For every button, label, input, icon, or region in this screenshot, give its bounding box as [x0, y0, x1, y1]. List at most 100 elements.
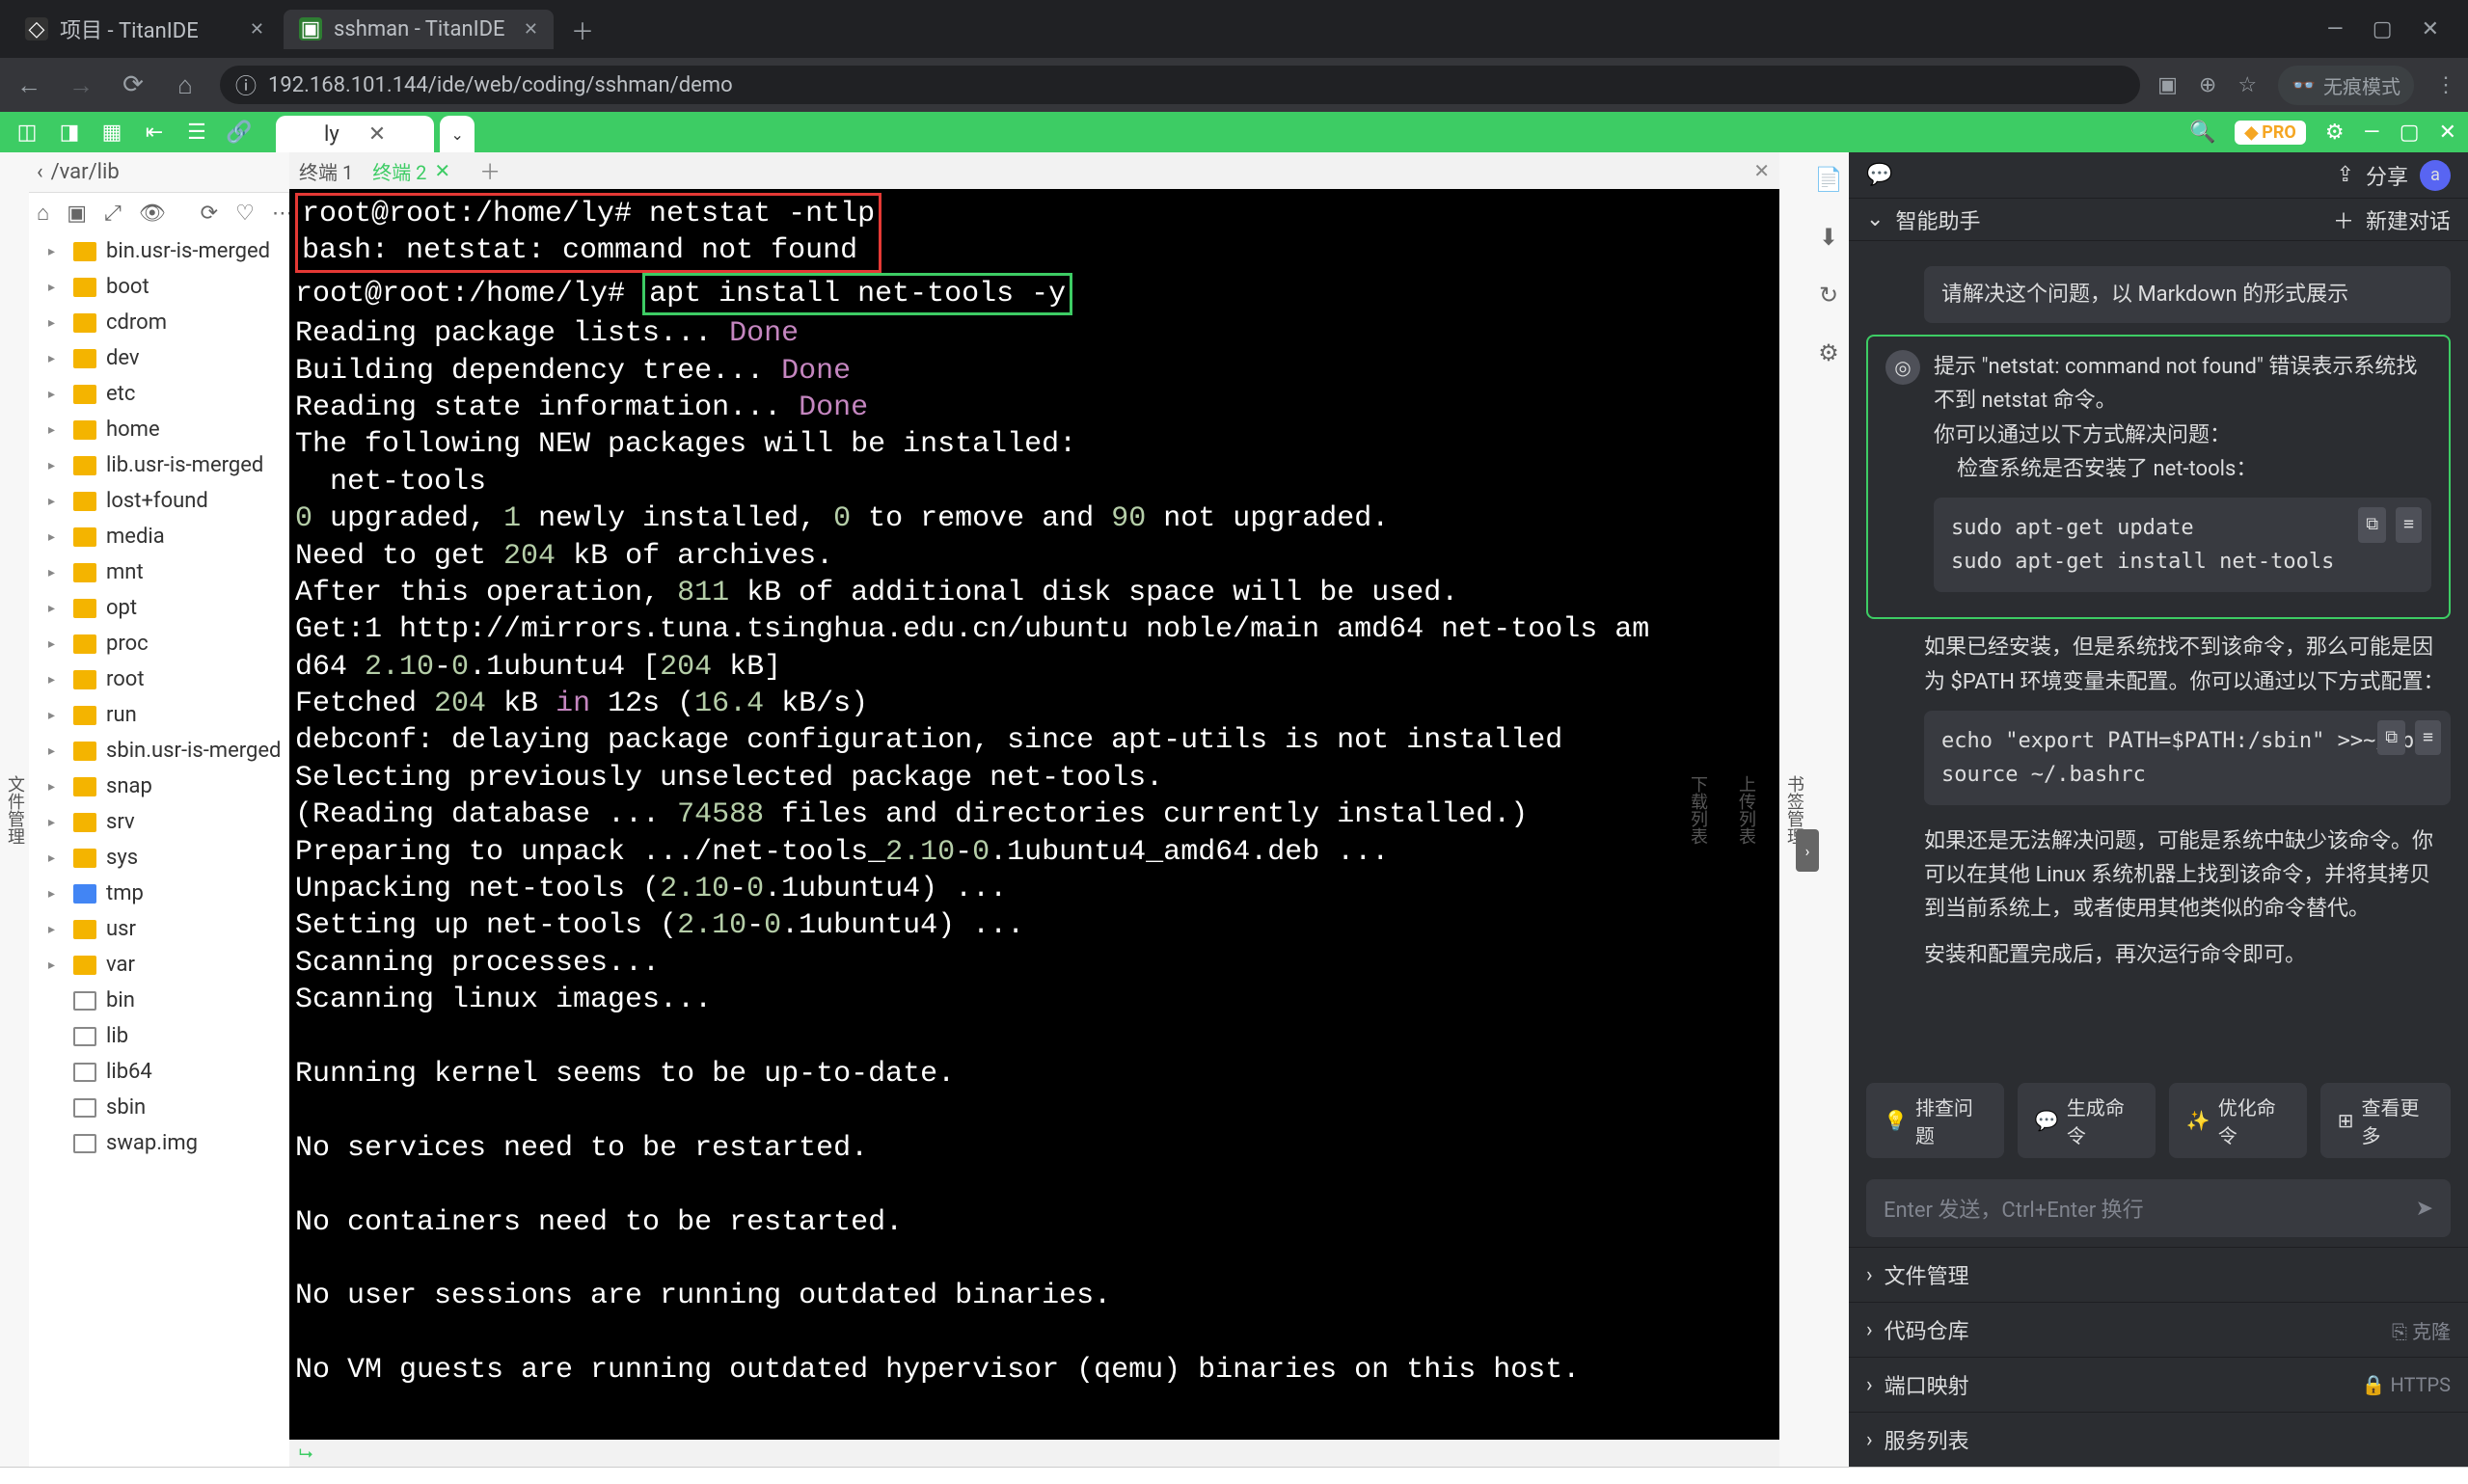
add-terminal-icon[interactable]: ＋: [479, 155, 501, 186]
plus-icon[interactable]: ＋: [2333, 204, 2354, 235]
vstrip-uploads[interactable]: 上传列表: [1731, 768, 1760, 852]
tree-row[interactable]: swap.img: [29, 1125, 289, 1161]
ai-accordion[interactable]: ›文件管理: [1849, 1247, 2468, 1302]
pro-badge[interactable]: ◆ PRO: [2235, 121, 2305, 145]
list-icon[interactable]: ☰: [177, 115, 216, 149]
accordion-tag[interactable]: ⎘ 克隆: [2392, 1316, 2451, 1344]
browser-tab-1[interactable]: ▣ sshman - TitanIDE ✕: [284, 10, 554, 49]
expand-icon[interactable]: ⤢: [104, 202, 122, 226]
tree-row[interactable]: ▸var: [29, 947, 289, 983]
close-icon[interactable]: ✕: [524, 19, 538, 40]
vstrip-file-mgmt[interactable]: 文件管理: [0, 768, 29, 852]
up-folder-icon[interactable]: ▣: [67, 202, 87, 226]
new-tab-button[interactable]: ＋: [557, 13, 608, 46]
tree-row[interactable]: ▸sbin.usr-is-merged: [29, 733, 289, 769]
tree-row[interactable]: ▸usr: [29, 911, 289, 947]
tree-row[interactable]: ▸mnt: [29, 554, 289, 590]
tree-row[interactable]: ▸boot: [29, 269, 289, 305]
share-icon[interactable]: ⇪: [2337, 163, 2354, 187]
tree-row[interactable]: ▸home: [29, 412, 289, 447]
action-generate[interactable]: 💬生成命令: [2018, 1083, 2156, 1158]
tree-row[interactable]: ▸etc: [29, 376, 289, 412]
share-label[interactable]: 分享: [2366, 160, 2408, 191]
grid-icon[interactable]: ▦: [93, 115, 131, 149]
install-icon[interactable]: ▣: [2157, 73, 2178, 97]
tree-row[interactable]: lib: [29, 1018, 289, 1054]
link-icon[interactable]: 🔗: [220, 115, 258, 149]
tree-row[interactable]: ▸cdrom: [29, 305, 289, 340]
insert-icon[interactable]: ≡: [2415, 720, 2441, 756]
panel-left-icon[interactable]: ◫: [8, 115, 46, 149]
favorite-icon[interactable]: ♡: [235, 202, 255, 226]
maximize-panel-icon[interactable]: ▢: [2400, 121, 2420, 145]
download-icon[interactable]: ⬇: [1819, 224, 1838, 251]
tree-row[interactable]: ▸srv: [29, 804, 289, 840]
accordion-tag[interactable]: 🔒 HTTPS: [2362, 1373, 2451, 1396]
home-folder-icon[interactable]: ⌂: [37, 201, 49, 226]
action-optimize[interactable]: ✨优化命令: [2169, 1083, 2307, 1158]
tree-row[interactable]: ▸sys: [29, 840, 289, 876]
search-icon[interactable]: 🔍: [2189, 121, 2215, 145]
incognito-badge[interactable]: 👓 无痕模式: [2278, 66, 2414, 105]
copy-icon[interactable]: ⧉: [2358, 507, 2386, 543]
collapse-icon[interactable]: ⇤: [135, 115, 174, 149]
tree-row[interactable]: ▸proc: [29, 626, 289, 661]
close-icon[interactable]: ✕: [250, 19, 264, 40]
tree-row[interactable]: sbin: [29, 1090, 289, 1125]
hidden-files-icon[interactable]: 👁: [139, 202, 166, 226]
tree-row[interactable]: ▸lib.usr-is-merged: [29, 447, 289, 483]
url-bar[interactable]: ⓘ 192.168.101.144/ide/web/coding/sshman/…: [220, 66, 2140, 104]
reload-icon[interactable]: ⟳: [116, 70, 150, 99]
panel-toggle-handle[interactable]: ›: [1796, 829, 1819, 872]
terminal-tab-1[interactable]: 终端 1: [299, 157, 353, 185]
tree-row[interactable]: ▸dev: [29, 340, 289, 376]
terminal[interactable]: root@root:/home/ly# netstat -ntlp bash: …: [289, 189, 1779, 1440]
maximize-icon[interactable]: ▢: [2373, 17, 2393, 41]
vstrip-downloads[interactable]: 下载列表: [1683, 768, 1712, 852]
close-icon[interactable]: ✕: [434, 159, 450, 182]
chevron-down-icon[interactable]: ⌄: [1866, 207, 1884, 231]
tree-row[interactable]: bin: [29, 983, 289, 1018]
refresh-icon[interactable]: ⟳: [201, 202, 218, 226]
tree-row[interactable]: ▸run: [29, 697, 289, 733]
action-troubleshoot[interactable]: 💡排查问题: [1866, 1083, 2004, 1158]
menu-icon[interactable]: ⋮: [2435, 73, 2456, 97]
tree-row[interactable]: ▸root: [29, 661, 289, 697]
tree-row[interactable]: ▸bin.usr-is-merged: [29, 233, 289, 269]
action-more[interactable]: ⊞查看更多: [2320, 1083, 2451, 1158]
breadcrumb-path[interactable]: /var/lib: [51, 160, 120, 184]
tree-row[interactable]: ▸snap: [29, 769, 289, 804]
sync-icon[interactable]: ↻: [1819, 282, 1838, 309]
send-icon[interactable]: ➤: [2416, 1197, 2433, 1221]
ai-input[interactable]: Enter 发送，Ctrl+Enter 换行 ➤: [1866, 1179, 2451, 1237]
forward-icon[interactable]: →: [64, 70, 98, 100]
ide-tab-ly[interactable]: ly ✕: [276, 116, 434, 152]
tree-row[interactable]: ▸opt: [29, 590, 289, 626]
chevron-left-icon[interactable]: ‹: [37, 160, 43, 184]
extensions-icon[interactable]: ⊕: [2199, 73, 2216, 97]
minimize-panel-icon[interactable]: —: [2364, 121, 2380, 145]
tree-row[interactable]: ▸media: [29, 519, 289, 554]
bottom-scrollbar[interactable]: [0, 1467, 2468, 1484]
gear-icon[interactable]: ⚙: [2325, 121, 2345, 145]
site-info-icon[interactable]: ⓘ: [235, 69, 257, 100]
terminal-tab-2[interactable]: 终端 2 ✕: [372, 157, 450, 185]
ai-accordion[interactable]: ›代码仓库⎘ 克隆: [1849, 1302, 2468, 1357]
back-icon[interactable]: ←: [12, 70, 46, 100]
doc-icon[interactable]: 📄: [1814, 166, 1843, 193]
tree-row[interactable]: lib64: [29, 1054, 289, 1090]
close-window-icon[interactable]: ✕: [2422, 17, 2439, 41]
panel-right-icon[interactable]: ◨: [50, 115, 89, 149]
close-panel-icon[interactable]: ✕: [2439, 121, 2456, 145]
close-terminal-panel-icon[interactable]: ✕: [1753, 159, 1770, 182]
ai-accordion[interactable]: ›端口映射🔒 HTTPS: [1849, 1357, 2468, 1412]
avatar[interactable]: a: [2420, 160, 2451, 191]
copy-icon[interactable]: ⧉: [2377, 720, 2405, 756]
minimize-icon[interactable]: —: [2327, 17, 2344, 41]
bookmark-icon[interactable]: ☆: [2237, 73, 2257, 97]
ai-accordion[interactable]: ›服务列表: [1849, 1412, 2468, 1467]
tab-dropdown-icon[interactable]: ⌄: [440, 116, 475, 152]
home-icon[interactable]: ⌂: [168, 70, 203, 100]
tree-row[interactable]: ▸lost+found: [29, 483, 289, 519]
new-chat-label[interactable]: 新建对话: [2366, 204, 2451, 235]
